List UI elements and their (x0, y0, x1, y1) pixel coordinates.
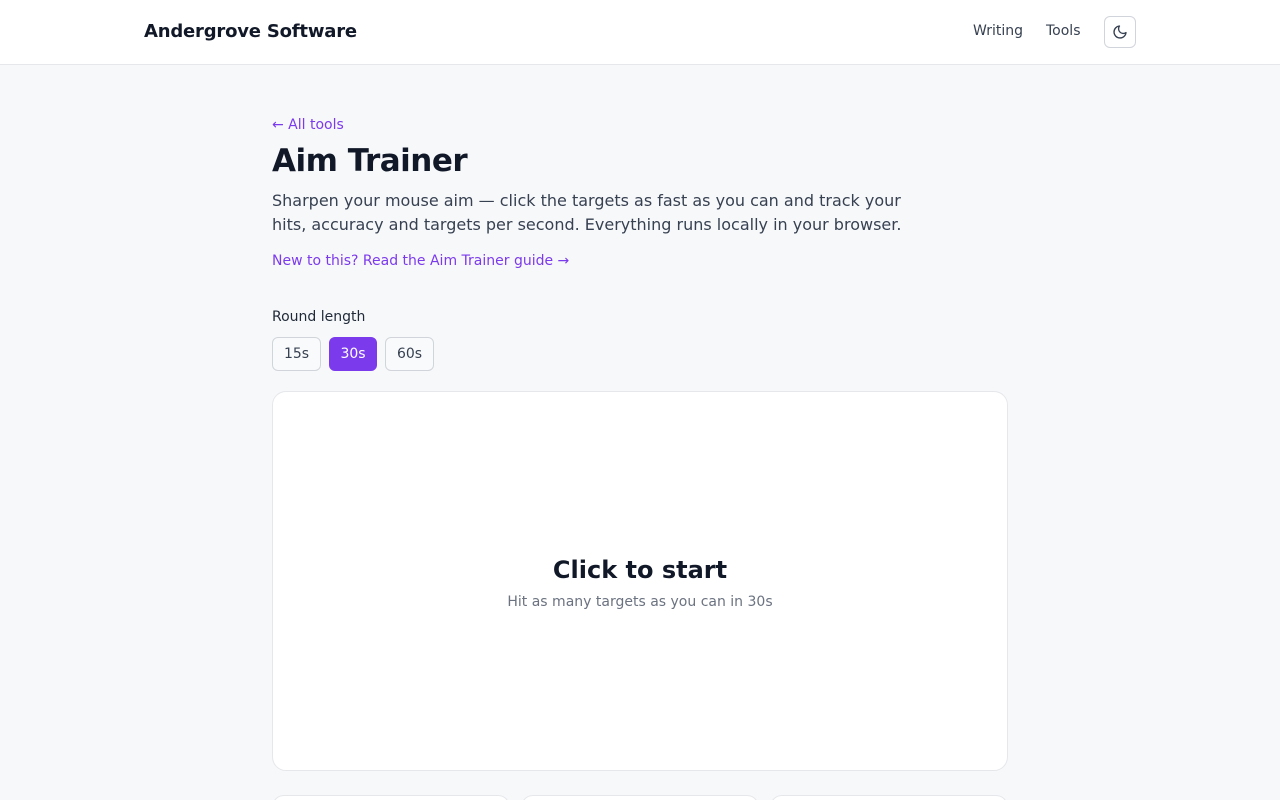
round-length-60s-button[interactable]: 60s (385, 337, 434, 371)
guide-link[interactable]: New to this? Read the Aim Trainer guide … (272, 253, 569, 269)
aim-trainer-arena[interactable]: Click to start Hit as many targets as yo… (272, 391, 1008, 771)
stat-card (272, 795, 510, 800)
arena-instructions: Hit as many targets as you can in 30s (507, 594, 773, 610)
brand-name[interactable]: Andergrove Software (144, 21, 357, 42)
moon-icon (1112, 24, 1128, 40)
arena-start-prompt: Click to start (552, 556, 728, 584)
stat-card (770, 795, 1008, 800)
top-navbar: Andergrove Software Writing Tools (0, 0, 1280, 65)
nav-tools[interactable]: Tools (1046, 23, 1081, 39)
stat-card (521, 795, 759, 800)
back-to-all-tools-link[interactable]: ← All tools (272, 117, 344, 133)
page-description: Sharpen your mouse aim — click the targe… (272, 191, 902, 234)
nav-writing[interactable]: Writing (973, 23, 1023, 39)
round-length-15s-button[interactable]: 15s (272, 337, 321, 371)
page-title: Aim Trainer (272, 143, 468, 179)
round-length-label: Round length (272, 309, 366, 325)
theme-toggle-button[interactable] (1104, 16, 1136, 48)
round-length-30s-button[interactable]: 30s (329, 337, 377, 371)
